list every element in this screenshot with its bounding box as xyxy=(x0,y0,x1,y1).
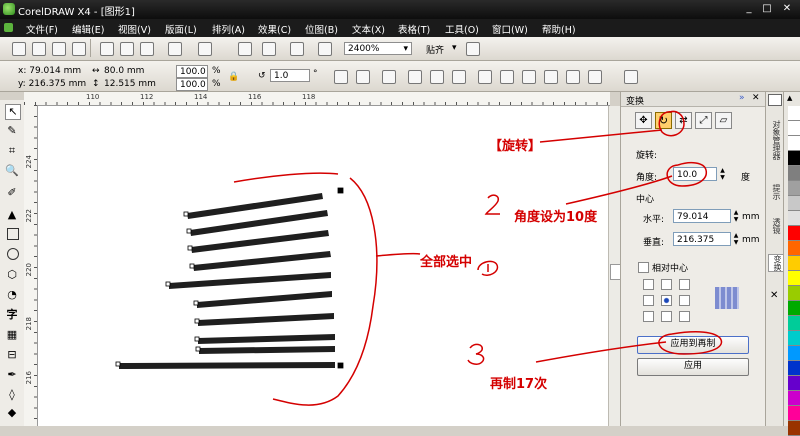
annotation-rotate-label: 【旋转】 xyxy=(489,139,542,154)
annotation-circle-rotate xyxy=(658,110,685,137)
annotation-number-2 xyxy=(484,194,500,215)
annotation-arrow-apply xyxy=(535,341,667,363)
annotation-overlay xyxy=(467,110,723,365)
annotation-arrow-angle xyxy=(565,175,673,205)
annotation-circle-apply xyxy=(658,331,723,355)
annotation-arrow-rotate xyxy=(539,129,663,143)
annotation-number-1 xyxy=(477,260,499,277)
annotation-step1-label: 全部选中 xyxy=(420,255,473,270)
annotation-circle-angle xyxy=(666,161,708,187)
annotation-number-3 xyxy=(467,343,485,365)
annotation-step2-label: 角度设为10度 xyxy=(514,210,598,225)
annotation-step3-label: 再制17次 xyxy=(490,377,548,392)
